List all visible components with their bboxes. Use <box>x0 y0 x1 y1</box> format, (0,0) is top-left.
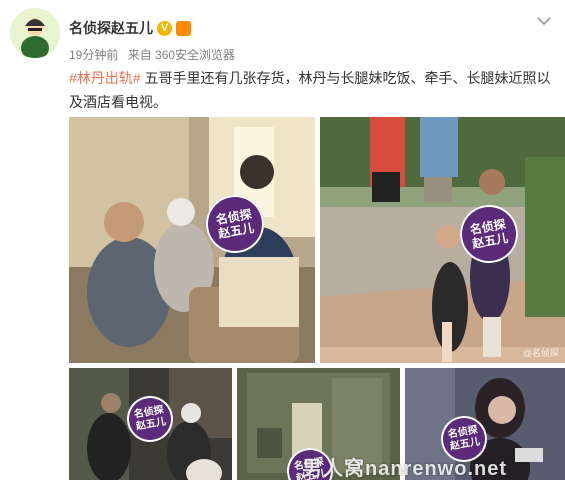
verified-badge-icon: V <box>157 20 172 36</box>
street-photo-image <box>320 117 565 363</box>
photo-grid: 名侦探 赵五儿 名侦探 赵五儿 @名侦探 名侦探 赵五儿 名侦探 赵五儿 名侦探… <box>69 117 565 480</box>
post-body: 五哥手里还有几张存货，林丹与长腿妹吃饭、牵手、长腿妹近照以及酒店看电视。 <box>69 70 551 110</box>
post-menu-button[interactable] <box>533 10 555 32</box>
photo-street[interactable]: 名侦探 赵五儿 @名侦探 <box>320 117 565 363</box>
photo-restaurant[interactable]: 名侦探 赵五儿 <box>69 117 315 363</box>
post-text: #林丹出轨# 五哥手里还有几张存货，林丹与长腿妹吃饭、牵手、长腿妹近照以及酒店看… <box>69 66 559 114</box>
avatar[interactable] <box>10 8 60 58</box>
photo-night-group[interactable]: 名侦探 赵五儿 <box>69 368 232 480</box>
post-meta: 19分钟前 来自 360安全浏览器 <box>69 46 241 63</box>
photo-credit: @名侦探 <box>522 348 559 358</box>
post-time[interactable]: 19分钟前 <box>69 48 118 62</box>
author-name-row: 名侦探赵五儿 V <box>69 18 191 38</box>
avatar-illustration <box>10 8 60 58</box>
chevron-down-icon <box>537 16 551 25</box>
member-crown-icon <box>176 20 191 36</box>
post-source: 来自 360安全浏览器 <box>127 48 236 62</box>
restaurant-photo-image <box>69 117 315 363</box>
topic-link[interactable]: #林丹出轨# <box>69 70 141 86</box>
site-watermark: 男人窝nanrenwo.net <box>302 458 508 480</box>
author-name[interactable]: 名侦探赵五儿 <box>69 18 153 38</box>
